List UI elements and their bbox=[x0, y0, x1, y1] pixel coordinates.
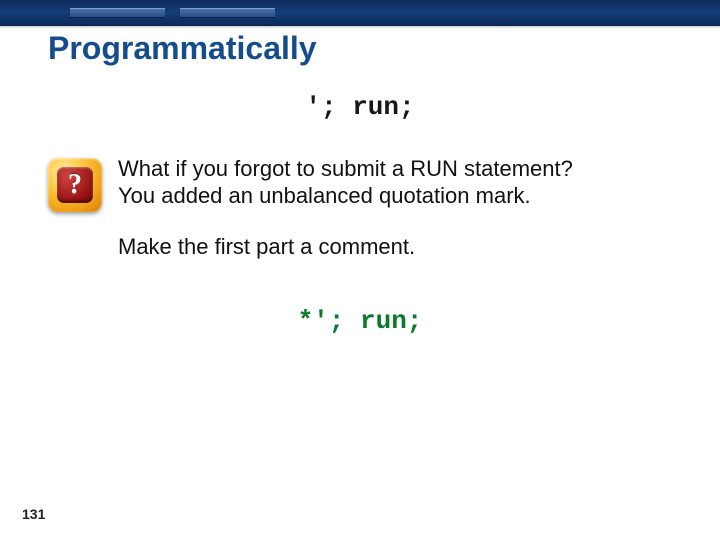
paragraph-1-line-1: What if you forgot to submit a RUN state… bbox=[118, 156, 660, 183]
question-icon: ? bbox=[48, 158, 102, 212]
paragraph-1-line-2: You added an unbalanced quotation mark. bbox=[118, 183, 660, 210]
code-snippet-2: *'; run; bbox=[0, 306, 720, 336]
slide-title: Programmatically bbox=[48, 30, 317, 67]
header-accent bbox=[180, 8, 275, 18]
body-text: What if you forgot to submit a RUN state… bbox=[118, 156, 660, 260]
header-bar bbox=[0, 0, 720, 26]
paragraph-2: Make the first part a comment. bbox=[118, 234, 660, 261]
page-number: 131 bbox=[22, 506, 45, 522]
slide: Programmatically '; run; ? What if you f… bbox=[0, 0, 720, 540]
question-icon-glyph: ? bbox=[57, 167, 93, 203]
code-snippet-1: '; run; bbox=[0, 92, 720, 122]
header-accent bbox=[70, 8, 165, 18]
